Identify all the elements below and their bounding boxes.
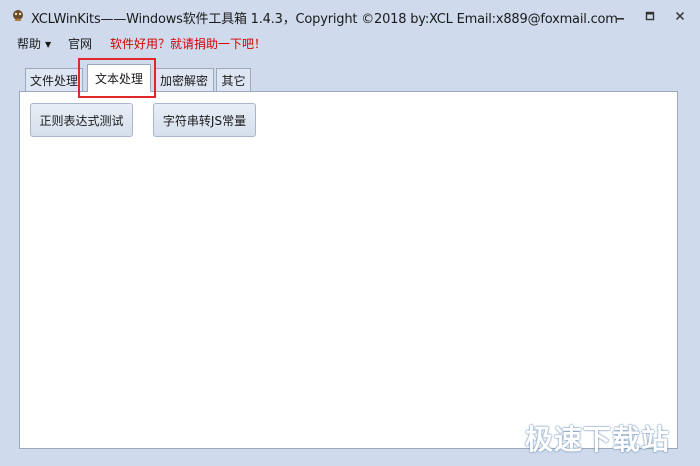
menu-bar: 帮助 ▼ 官网 软件好用？就请捐助一下吧！ [0,32,700,54]
caret-down-icon: ▼ [45,40,52,49]
window-title: XCLWinKits——Windows软件工具箱 1.4.3，Copyright… [31,12,618,27]
tab-encrypt-decrypt[interactable]: 加密解密 [154,68,214,91]
tab-file-processing[interactable]: 文件处理 [25,68,83,91]
tab-other[interactable]: 其它 [216,68,251,91]
regex-test-button[interactable]: 正则表达式测试 [30,103,133,137]
menu-donate[interactable]: 软件好用？就请捐助一下吧！ [110,35,266,52]
maximize-icon [645,11,655,21]
tab-text-processing[interactable]: 文本处理 [87,64,151,92]
menu-website[interactable]: 官网 [68,35,92,52]
minimize-icon [616,18,624,20]
title-bar: XCLWinKits——Windows软件工具箱 1.4.3，Copyright… [0,0,700,32]
tab-panel-text-processing: 正则表达式测试 字符串转JS常量 [19,91,678,449]
app-icon [13,10,23,21]
menu-help-label: 帮助 [17,37,42,51]
close-button[interactable] [671,9,689,23]
minimize-button[interactable] [611,9,629,23]
maximize-button[interactable] [641,9,659,23]
watermark-text: 极速下载站 [525,423,671,456]
menu-help[interactable]: 帮助 ▼ [17,35,51,52]
string-to-js-constant-button[interactable]: 字符串转JS常量 [153,103,256,137]
close-icon [675,11,685,21]
